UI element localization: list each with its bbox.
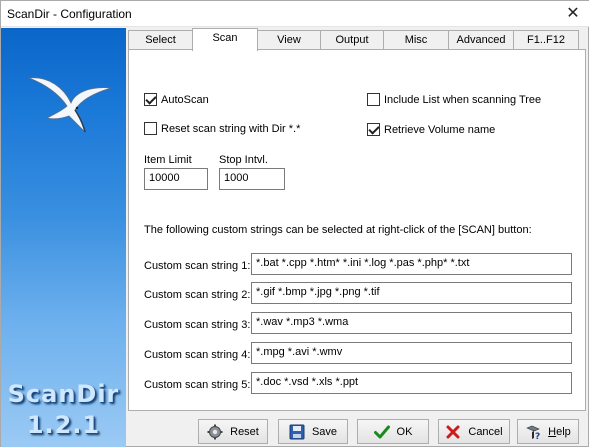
- brand-name: ScanDir: [7, 380, 120, 408]
- reset-button[interactable]: Reset: [198, 419, 268, 444]
- autoscan-label: AutoScan: [161, 93, 209, 106]
- scan-panel: AutoScan Reset scan string with Dir *.* …: [128, 49, 586, 411]
- save-button[interactable]: Save: [278, 419, 348, 444]
- custom-scan-input-3[interactable]: *.wav *.mp3 *.wma: [251, 312, 572, 334]
- close-button[interactable]: ✕: [556, 1, 589, 27]
- help-button[interactable]: ? Help: [517, 419, 579, 444]
- tab-strip: Select Scan View Output Misc Advanced F1…: [128, 28, 586, 51]
- retrieve-volume-label: Retrieve Volume name: [384, 123, 496, 136]
- tab-output[interactable]: Output: [320, 30, 384, 50]
- tab-select[interactable]: Select: [128, 30, 193, 50]
- retrieve-volume-checkbox[interactable]: Retrieve Volume name: [367, 123, 495, 136]
- gear-icon: [207, 424, 223, 439]
- window-title: ScanDir - Configuration: [7, 7, 132, 21]
- checkbox-box[interactable]: [367, 123, 380, 136]
- config-window: ScanDir - Configuration ✕ ScanDir 1.2.1 …: [0, 0, 589, 447]
- tab-f1-f12[interactable]: F1..F12: [513, 30, 579, 50]
- tab-misc[interactable]: Misc: [383, 30, 449, 50]
- tab-scan[interactable]: Scan: [192, 28, 258, 51]
- custom-scan-input-1[interactable]: *.bat *.cpp *.htm* *.ini *.log *.pas *.p…: [251, 253, 572, 275]
- custom-scan-label-2: Custom scan string 2:: [144, 289, 251, 301]
- custom-scan-input-4[interactable]: *.mpg *.avi *.wmv: [251, 342, 572, 364]
- stop-intvl-label: Stop Intvl.: [219, 154, 268, 166]
- ok-button[interactable]: OK: [357, 419, 429, 444]
- autoscan-checkbox[interactable]: AutoScan: [144, 93, 209, 106]
- custom-scan-label-3: Custom scan string 3:: [144, 319, 251, 331]
- item-limit-input[interactable]: 10000: [144, 168, 208, 190]
- checkmark-icon: [373, 425, 390, 438]
- checkbox-box[interactable]: [144, 93, 157, 106]
- help-icon: ?: [526, 425, 540, 440]
- ok-button-label: OK: [396, 425, 413, 438]
- cancel-button[interactable]: Cancel: [438, 419, 510, 444]
- item-limit-label: Item Limit: [144, 154, 192, 166]
- custom-strings-info: The following custom strings can be sele…: [144, 224, 532, 236]
- app-banner: ScanDir 1.2.1: [1, 28, 126, 447]
- custom-scan-label-4: Custom scan string 4:: [144, 349, 251, 361]
- stop-intvl-input[interactable]: 1000: [219, 168, 285, 190]
- tab-view[interactable]: View: [257, 30, 321, 50]
- checkbox-box[interactable]: [367, 93, 380, 106]
- seagull-icon: [28, 77, 112, 134]
- cancel-button-label: Cancel: [468, 425, 503, 438]
- custom-scan-label-5: Custom scan string 5:: [144, 379, 251, 391]
- custom-scan-input-2[interactable]: *.gif *.bmp *.jpg *.png *.tif: [251, 282, 572, 304]
- checkbox-box[interactable]: [144, 122, 157, 135]
- cross-icon: [446, 425, 460, 438]
- custom-scan-label-1: Custom scan string 1:: [144, 260, 251, 272]
- title-bar[interactable]: ScanDir - Configuration ✕: [1, 1, 589, 27]
- custom-scan-input-5[interactable]: *.doc *.vsd *.xls *.ppt: [251, 372, 572, 394]
- include-list-label: Include List when scanning Tree: [384, 93, 542, 106]
- help-button-label: Help: [548, 425, 571, 438]
- button-row: Reset Save OK Cancel ? Help: [128, 416, 586, 446]
- reset-scan-string-label: Reset scan string with Dir *.*: [161, 122, 301, 135]
- tab-advanced[interactable]: Advanced: [448, 30, 514, 50]
- svg-text:?: ?: [535, 432, 540, 440]
- save-button-label: Save: [311, 425, 338, 438]
- reset-scan-string-checkbox[interactable]: Reset scan string with Dir *.*: [144, 122, 300, 135]
- save-icon: [289, 424, 305, 439]
- include-list-checkbox[interactable]: Include List when scanning Tree: [367, 93, 541, 106]
- reset-button-label: Reset: [230, 425, 259, 438]
- brand-version: 1.2.1: [26, 411, 101, 439]
